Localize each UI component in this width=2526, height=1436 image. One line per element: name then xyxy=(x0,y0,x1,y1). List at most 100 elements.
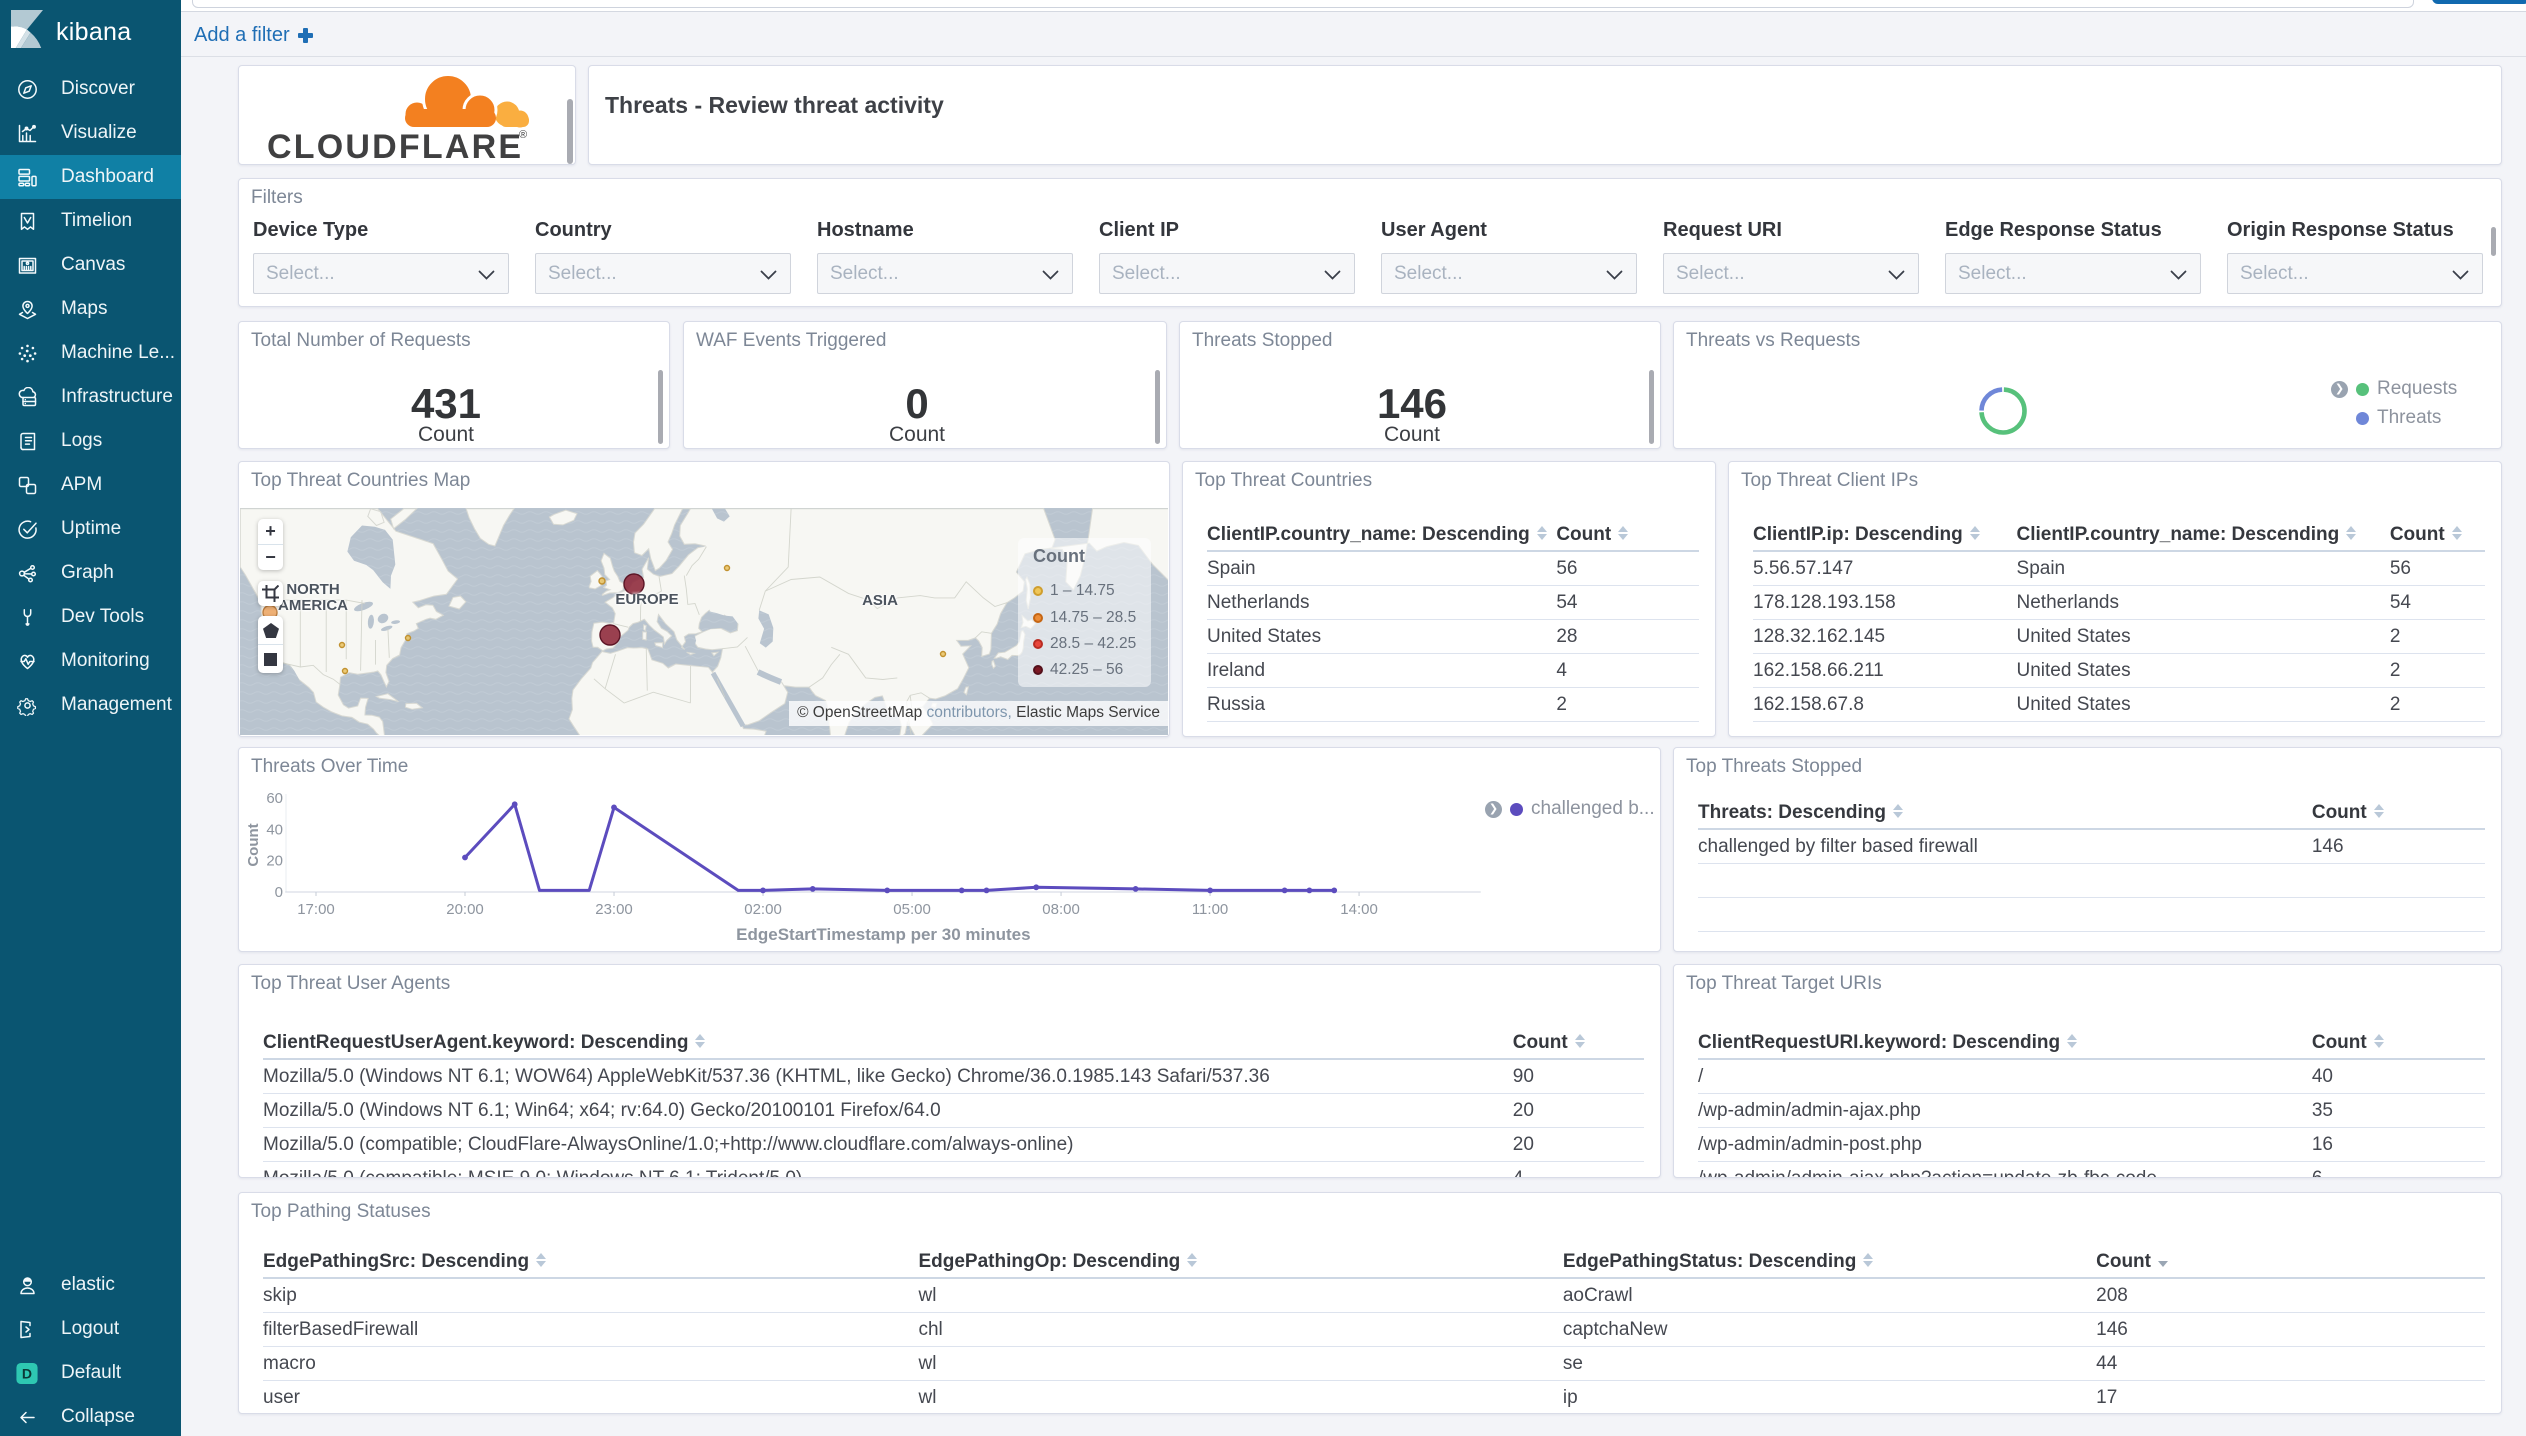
add-filter-link[interactable]: Add a filter xyxy=(194,24,313,47)
line-point[interactable] xyxy=(983,887,990,894)
line-point[interactable] xyxy=(611,804,617,811)
filter-select[interactable]: Select... xyxy=(253,253,509,294)
kibana-logo-icon[interactable] xyxy=(10,9,44,54)
filter-select[interactable]: Select... xyxy=(535,253,791,294)
panel-scrollbar[interactable] xyxy=(2491,227,2496,256)
filter-select[interactable]: Select... xyxy=(1663,253,1919,294)
sidebar-item-default[interactable]: D Default xyxy=(0,1351,181,1395)
map-threat-dot[interactable] xyxy=(338,641,346,649)
update-button[interactable] xyxy=(2432,0,2526,4)
legend-range-label: 1 – 14.75 xyxy=(1050,582,1115,600)
line-point[interactable] xyxy=(884,887,891,894)
sidebar-item-dashboard[interactable]: Dashboard xyxy=(0,155,181,199)
column-header[interactable]: Threats: Descending xyxy=(1698,802,2312,830)
filter-select[interactable]: Select... xyxy=(1099,253,1355,294)
map-threat-dot[interactable] xyxy=(939,650,947,658)
filter-select[interactable]: Select... xyxy=(817,253,1073,294)
column-header[interactable]: Count xyxy=(1512,1032,1644,1060)
column-header[interactable]: EdgePathingStatus: Descending xyxy=(1562,1251,2097,1279)
table-cell: 44 xyxy=(2096,1347,2485,1381)
map-threat-dot[interactable] xyxy=(404,634,412,642)
metric-panel-total-requests: Total Number of Requests 431 Count xyxy=(238,321,670,449)
map-threat-dot[interactable] xyxy=(599,624,621,646)
filter-select[interactable]: Select... xyxy=(1381,253,1637,294)
map-zoom-out-button[interactable]: − xyxy=(258,544,283,570)
sidebar-item-logout[interactable]: Logout xyxy=(0,1307,181,1351)
map-threat-dot[interactable] xyxy=(598,577,606,585)
sidebar-item-maps[interactable]: Maps xyxy=(0,287,181,331)
line-point[interactable] xyxy=(1281,887,1288,894)
sidebar-item-timelion[interactable]: Timelion xyxy=(0,199,181,243)
line-point[interactable] xyxy=(1033,884,1040,891)
sidebar-item-elastic[interactable]: elastic xyxy=(0,1263,181,1307)
legend-expand-icon[interactable]: ❯ xyxy=(2331,380,2348,398)
sidebar-item-graph[interactable]: Graph xyxy=(0,551,181,595)
sidebar-item-canvas[interactable]: Canvas xyxy=(0,243,181,287)
sidebar-item-label: Uptime xyxy=(61,518,122,539)
map-draw-bounds-button[interactable] xyxy=(258,581,283,606)
sidebar-item-uptime[interactable]: Uptime xyxy=(0,507,181,551)
panel-scrollbar[interactable] xyxy=(658,370,663,444)
sidebar-item-logs[interactable]: Logs xyxy=(0,419,181,463)
filter-select[interactable]: Select... xyxy=(2227,253,2483,294)
column-header[interactable]: ClientRequestURI.keyword: Descending xyxy=(1698,1032,2312,1060)
sidebar-item-machine-le[interactable]: Machine Le... xyxy=(0,331,181,375)
osm-contributors-link[interactable]: contributors, xyxy=(927,704,1012,721)
line-point[interactable] xyxy=(1306,887,1313,894)
threats-vs-requests-donut[interactable] xyxy=(1977,385,2029,437)
column-header[interactable]: Count xyxy=(1556,524,1699,552)
sidebar-item-discover[interactable]: Discover xyxy=(0,67,181,111)
legend-item[interactable]: ❯ Requests xyxy=(2331,378,2457,400)
sidebar-item-collapse[interactable]: Collapse xyxy=(0,1395,181,1436)
query-input[interactable] xyxy=(192,0,2414,8)
line-point[interactable] xyxy=(809,886,816,892)
column-header[interactable]: Count xyxy=(2096,1251,2485,1279)
column-header[interactable]: EdgePathingOp: Descending xyxy=(918,1251,1563,1279)
sidebar-item-visualize[interactable]: Visualize xyxy=(0,111,181,155)
legend-color-dot xyxy=(1033,586,1043,597)
line-point[interactable] xyxy=(760,887,766,894)
panel-scrollbar[interactable] xyxy=(1155,370,1160,444)
map-draw-rect-button[interactable] xyxy=(258,644,283,673)
sidebar-item-management[interactable]: Management xyxy=(0,683,181,727)
column-header[interactable]: EdgePathingSrc: Descending xyxy=(263,1251,919,1279)
column-header[interactable]: ClientIP.country_name: Descending xyxy=(2016,524,2390,552)
map-threat-dot[interactable] xyxy=(341,667,349,675)
line-point[interactable] xyxy=(511,801,518,808)
line-point[interactable] xyxy=(958,887,965,894)
legend-item[interactable]: Threats xyxy=(2356,407,2457,429)
line-point[interactable] xyxy=(1331,887,1338,894)
line-point[interactable] xyxy=(462,854,468,861)
map-draw-polygon-button[interactable] xyxy=(258,616,283,644)
legend-color-dot xyxy=(1510,802,1523,816)
panel-scrollbar[interactable] xyxy=(1649,370,1654,444)
legend-item[interactable]: ❯ challenged b... xyxy=(1485,798,1655,820)
column-header[interactable]: ClientRequestUserAgent.keyword: Descendi… xyxy=(263,1032,1513,1060)
column-header[interactable]: Count xyxy=(2389,524,2485,552)
column-header[interactable]: ClientIP.ip: Descending xyxy=(1753,524,2017,552)
decorative-svg xyxy=(16,697,36,716)
column-header[interactable]: Count xyxy=(2311,802,2485,830)
column-header[interactable]: Count xyxy=(2311,1032,2485,1060)
table-cell: Spain xyxy=(2016,552,2390,586)
line-chart-legend: ❯ challenged b... xyxy=(1485,798,1655,820)
panel-scrollbar[interactable] xyxy=(567,99,573,164)
sidebar-item-label: Dashboard xyxy=(61,166,154,187)
table-cell: chl xyxy=(918,1313,1563,1347)
donut-slice-threats[interactable] xyxy=(1979,387,2003,411)
map-threat-dot[interactable] xyxy=(723,564,731,572)
sidebar-item-apm[interactable]: APM xyxy=(0,463,181,507)
sidebar-item-infrastructure[interactable]: Infrastructure xyxy=(0,375,181,419)
filter-select[interactable]: Select... xyxy=(1945,253,2201,294)
legend-expand-icon[interactable]: ❯ xyxy=(1485,800,1502,818)
line-point[interactable] xyxy=(1207,887,1213,894)
table-cell: 5.56.57.147 xyxy=(1753,552,2017,586)
map-zoom-in-button[interactable]: + xyxy=(258,519,283,544)
sidebar-item-monitoring[interactable]: Monitoring xyxy=(0,639,181,683)
world-map[interactable]: NORTH AMERICA EUROPE ASIA + − Count 1 – 14.75 14… xyxy=(240,508,1168,735)
line-point[interactable] xyxy=(1132,886,1139,892)
sidebar-item-dev-tools[interactable]: Dev Tools xyxy=(0,595,181,639)
column-header[interactable]: ClientIP.country_name: Descending xyxy=(1207,524,1557,552)
table-panel-title: Top Threats Stopped xyxy=(1686,756,1863,777)
line-panel-title: Threats Over Time xyxy=(251,756,409,777)
